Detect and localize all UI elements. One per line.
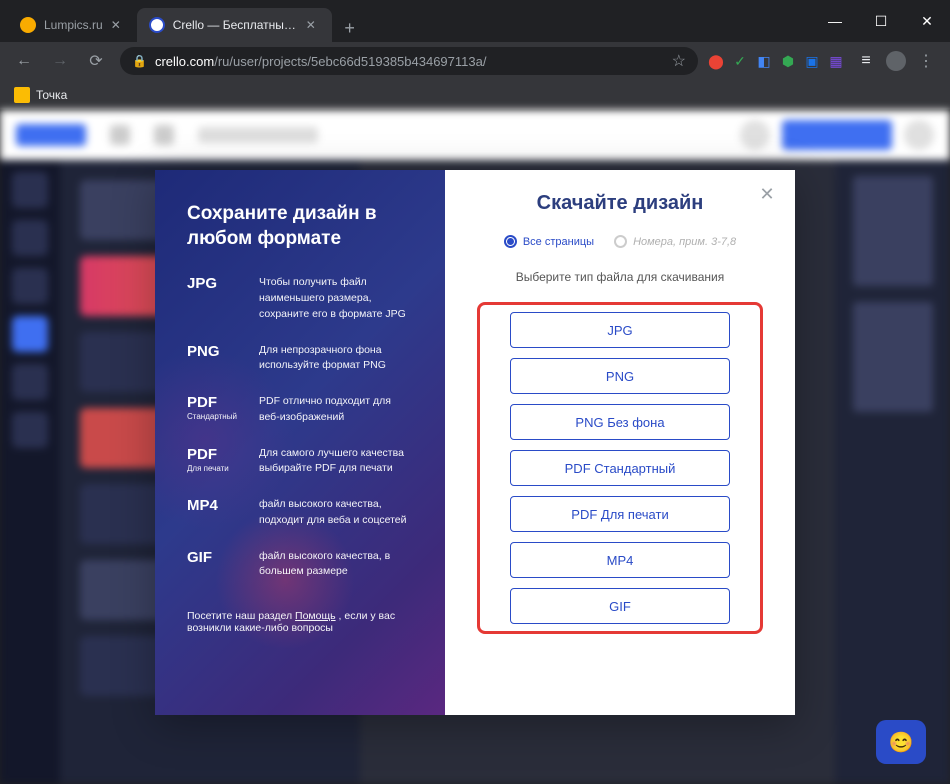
download-pdf-standard-button[interactable]: PDF Стандартный: [510, 450, 730, 486]
tab-title: Crello — Бесплатный инструмен: [173, 18, 298, 32]
favicon-icon: [149, 17, 165, 33]
format-buttons-highlighted: JPG PNG PNG Без фона PDF Стандартный PDF…: [477, 302, 763, 634]
radio-icon: [614, 235, 627, 248]
download-png-button[interactable]: PNG: [510, 358, 730, 394]
download-modal: Сохраните дизайн в любом формате JPG Что…: [155, 170, 795, 715]
maximize-button[interactable]: ☐: [858, 0, 904, 42]
modal-left-title: Сохраните дизайн в любом формате: [187, 202, 413, 251]
browser-tab-crello[interactable]: Crello — Бесплатный инструмен ✕: [137, 8, 332, 42]
help-link[interactable]: Помощь: [295, 610, 336, 622]
back-button[interactable]: ←: [8, 45, 40, 77]
browser-tab-lumpics[interactable]: Lumpics.ru ✕: [8, 8, 137, 42]
format-info-pdf-standard: PDFСтандартный PDF отлично подходит для …: [187, 394, 413, 426]
address-bar[interactable]: 🔒 crello.com/ru/user/projects/5ebc66d519…: [120, 47, 698, 75]
close-icon[interactable]: ✕: [306, 18, 320, 32]
download-gif-button[interactable]: GIF: [510, 588, 730, 624]
chat-widget-button[interactable]: 😊: [876, 720, 926, 764]
extension-icon[interactable]: ▣: [802, 51, 822, 71]
browser-titlebar: Lumpics.ru ✕ Crello — Бесплатный инструм…: [0, 0, 950, 42]
radio-all-pages[interactable]: Все страницы: [504, 235, 594, 248]
page-selection-radios: Все страницы Номера, прим. 3-7,8: [477, 235, 763, 248]
format-info-png: PNG Для непрозрачного фона используйте ф…: [187, 343, 413, 375]
url-text: crello.com/ru/user/projects/5ebc66d51938…: [155, 54, 664, 69]
download-mp4-button[interactable]: MP4: [510, 542, 730, 578]
bookmark-label: Точка: [36, 88, 67, 102]
radio-page-numbers[interactable]: Номера, прим. 3-7,8: [614, 235, 736, 248]
modal-right-title: Скачайте дизайн: [477, 192, 763, 215]
download-png-nobg-button[interactable]: PNG Без фона: [510, 404, 730, 440]
file-type-subtitle: Выберите тип файла для скачивания: [477, 270, 763, 284]
menu-button[interactable]: ⋮: [910, 45, 942, 77]
help-text: Посетите наш раздел Помощь , если у вас …: [187, 610, 413, 634]
format-info-pdf-print: PDFДля печати Для самого лучшего качеств…: [187, 446, 413, 478]
favicon-icon: [20, 17, 36, 33]
close-icon[interactable]: ✕: [111, 18, 125, 32]
browser-toolbar: ← → ⟳ 🔒 crello.com/ru/user/projects/5ebc…: [0, 42, 950, 80]
extension-icon[interactable]: ▦: [826, 51, 846, 71]
extension-icon[interactable]: ◧: [754, 51, 774, 71]
close-window-button[interactable]: ✕: [904, 0, 950, 42]
tab-title: Lumpics.ru: [44, 18, 103, 32]
minimize-button[interactable]: —: [812, 0, 858, 42]
new-tab-button[interactable]: +: [336, 14, 364, 42]
close-modal-button[interactable]: ✕: [757, 184, 777, 204]
reading-list-icon[interactable]: ≡: [850, 45, 882, 77]
extension-icon[interactable]: ✓: [730, 51, 750, 71]
lock-icon: 🔒: [132, 54, 147, 68]
folder-icon: [14, 87, 30, 103]
bookmarks-bar: Точка: [0, 80, 950, 110]
download-pdf-print-button[interactable]: PDF Для печати: [510, 496, 730, 532]
modal-info-panel: Сохраните дизайн в любом формате JPG Что…: [155, 170, 445, 715]
format-info-mp4: MP4 файл высокого качества, подходит для…: [187, 497, 413, 529]
bookmark-star-icon[interactable]: ☆: [672, 51, 686, 71]
forward-button[interactable]: →: [44, 45, 76, 77]
bookmark-item[interactable]: Точка: [14, 87, 67, 103]
radio-icon: [504, 235, 517, 248]
format-info-gif: GIF файл высокого качества, в большем ра…: [187, 549, 413, 581]
window-controls: — ☐ ✕: [812, 0, 950, 42]
extension-icon[interactable]: ⬤: [706, 51, 726, 71]
smile-icon: 😊: [889, 730, 914, 755]
reload-button[interactable]: ⟳: [80, 45, 112, 77]
profile-avatar[interactable]: [886, 51, 906, 71]
format-info-jpg: JPG Чтобы получить файл наименьшего разм…: [187, 275, 413, 322]
extension-icon[interactable]: ⬢: [778, 51, 798, 71]
download-jpg-button[interactable]: JPG: [510, 312, 730, 348]
modal-download-panel: ✕ Скачайте дизайн Все страницы Номера, п…: [445, 170, 795, 715]
